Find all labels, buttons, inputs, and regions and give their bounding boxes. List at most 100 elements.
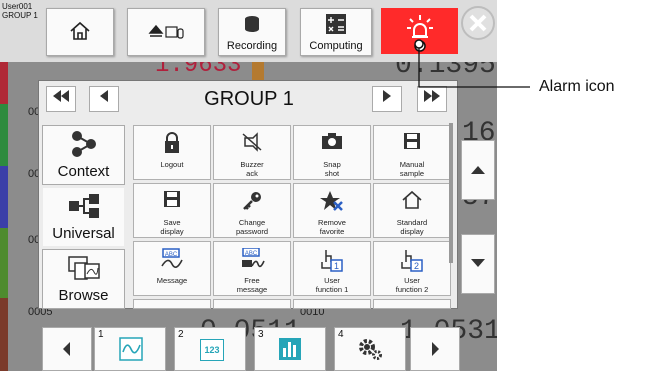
- last-page-button[interactable]: [417, 86, 447, 112]
- channel-color-bar: [0, 62, 8, 104]
- computing-button[interactable]: Computing: [300, 8, 372, 56]
- first-page-button[interactable]: [46, 86, 76, 112]
- buzzer-off-icon: [242, 132, 262, 152]
- next-page-button[interactable]: [372, 86, 402, 112]
- svg-text:1: 1: [334, 261, 339, 271]
- standard-display-button[interactable]: Standard display: [373, 183, 451, 238]
- digital-icon-text: 123: [204, 345, 220, 355]
- scroll-down-button[interactable]: [461, 234, 495, 294]
- save-display-label: Save display: [160, 218, 184, 236]
- bottom-toolbar: 1 2 123 3 4: [0, 325, 497, 371]
- buzzer-ack-button[interactable]: Buzzer ack: [213, 125, 291, 180]
- calculator-icon: [326, 14, 346, 34]
- svg-text:ABC: ABC: [165, 252, 178, 258]
- bar-graph-display-button[interactable]: 3: [254, 327, 326, 371]
- slot-number: 4: [338, 329, 344, 340]
- menu-scrollbar[interactable]: [449, 123, 453, 263]
- svg-text:2: 2: [414, 261, 419, 271]
- channel-color-bar: [0, 166, 8, 228]
- hand-1-icon: 1: [321, 250, 343, 272]
- computing-label: Computing: [309, 40, 363, 52]
- save-icon: [404, 133, 420, 149]
- recorder-screen: 000 0002 0003 0004 0005 0010 0007 1.9633…: [0, 0, 497, 371]
- alarm-icon: [407, 15, 433, 52]
- function-button-partial[interactable]: [133, 299, 211, 309]
- gear-icon: [359, 339, 382, 360]
- recording-label: Recording: [226, 40, 278, 52]
- manual-sample-label: Manual sample: [399, 160, 425, 178]
- snapshot-button[interactable]: Snap shot: [293, 125, 371, 180]
- snapshot-label: Snap shot: [323, 160, 341, 178]
- manual-sample-button[interactable]: Manual sample: [373, 125, 451, 180]
- function-button-partial[interactable]: [293, 299, 371, 309]
- universal-icon: [68, 194, 99, 218]
- right-icon: [383, 90, 391, 102]
- buzzer-ack-label: Buzzer ack: [240, 160, 264, 178]
- function-button-partial[interactable]: [373, 299, 451, 309]
- group-name: GROUP 1: [2, 11, 38, 20]
- home-icon: [402, 190, 422, 209]
- free-message-icon: ABC: [242, 247, 265, 268]
- message-button[interactable]: ABC Message: [133, 241, 211, 296]
- scroll-up-button[interactable]: [461, 140, 495, 200]
- tab-browse-label: Browse: [58, 287, 109, 304]
- save-display-button[interactable]: Save display: [133, 183, 211, 238]
- function-menu-panel: GROUP 1 Context Universal Browse Logout …: [38, 80, 458, 309]
- slot-number: 3: [258, 329, 264, 340]
- message-label: Message: [156, 276, 188, 285]
- left-icon: [63, 342, 70, 356]
- group-title: GROUP 1: [204, 88, 294, 110]
- trend-icon: [119, 337, 143, 361]
- tab-browse[interactable]: Browse: [42, 249, 125, 309]
- user-function-2-label: User function 2: [395, 276, 429, 294]
- triangle-down-icon: [471, 259, 485, 267]
- callout-label: Alarm icon: [539, 78, 615, 95]
- slot-number: 2: [178, 329, 184, 340]
- left-icon: [100, 90, 108, 102]
- media-eject-button[interactable]: [127, 8, 205, 56]
- bottom-next-button[interactable]: [410, 327, 460, 371]
- key-icon: [243, 192, 261, 210]
- user-info: User001 GROUP 1: [2, 2, 38, 20]
- digital-icon: 123: [200, 339, 224, 361]
- free-message-button[interactable]: ABC Free message: [213, 241, 291, 296]
- user-function-2-button[interactable]: 2 User function 2: [373, 241, 451, 296]
- home-button[interactable]: [46, 8, 114, 56]
- eject-media-icon: [148, 24, 184, 39]
- digital-display-button[interactable]: 2 123: [174, 327, 246, 371]
- close-icon: [469, 14, 487, 32]
- double-right-icon: [424, 90, 440, 102]
- right-icon: [432, 342, 439, 356]
- message-icon: ABC: [161, 248, 183, 268]
- tab-context-label: Context: [57, 163, 110, 180]
- change-password-button[interactable]: Change password: [213, 183, 291, 238]
- context-icon: [71, 131, 96, 157]
- user-function-1-label: User function 1: [315, 276, 349, 294]
- logout-button[interactable]: Logout: [133, 125, 211, 180]
- logout-label: Logout: [160, 160, 184, 169]
- star-remove-icon: [320, 191, 343, 211]
- close-button[interactable]: [461, 6, 495, 40]
- change-password-label: Change password: [235, 218, 269, 236]
- free-message-label: Free message: [236, 276, 268, 294]
- standard-display-label: Standard display: [396, 218, 428, 236]
- user-function-1-button[interactable]: 1 User function 1: [293, 241, 371, 296]
- user-name: User001: [2, 2, 33, 11]
- remove-favorite-button[interactable]: Remove favorite: [293, 183, 371, 238]
- previous-page-button[interactable]: [89, 86, 119, 112]
- tab-universal[interactable]: Universal: [42, 187, 125, 247]
- alarm-button[interactable]: [381, 8, 458, 54]
- hand-2-icon: 2: [401, 250, 423, 272]
- recording-button[interactable]: Recording: [218, 8, 286, 56]
- save-icon: [164, 191, 180, 207]
- tab-context[interactable]: Context: [42, 125, 125, 185]
- svg-text:ABC: ABC: [245, 251, 258, 257]
- double-left-icon: [53, 90, 69, 102]
- tab-universal-label: Universal: [52, 225, 115, 242]
- camera-icon: [322, 133, 342, 149]
- function-button-partial[interactable]: [213, 299, 291, 309]
- database-icon: [245, 16, 259, 32]
- settings-button[interactable]: 4: [334, 327, 406, 371]
- bottom-prev-button[interactable]: [42, 327, 92, 371]
- trend-display-button[interactable]: 1: [94, 327, 166, 371]
